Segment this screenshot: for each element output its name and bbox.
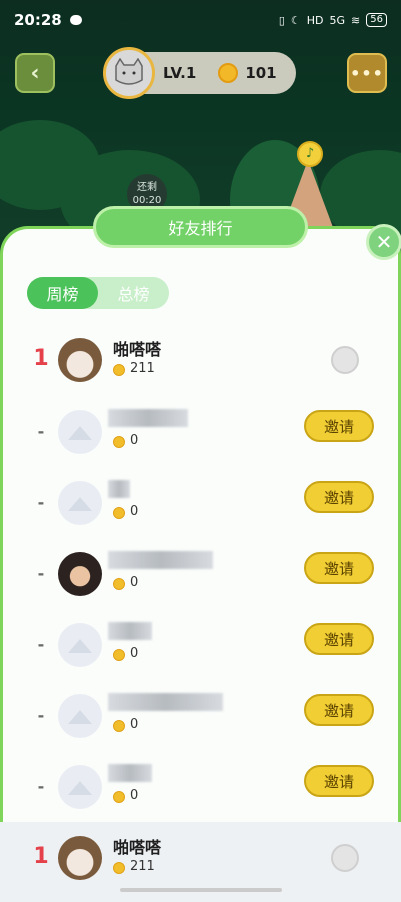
player-score: 211	[130, 361, 155, 376]
avatar	[58, 552, 102, 596]
level-coin-pill[interactable]: LV.1 101	[103, 47, 296, 99]
invite-button[interactable]: 邀请	[304, 410, 374, 442]
more-icon: •••	[350, 63, 384, 83]
coin-icon	[113, 364, 125, 376]
rank-number: -	[37, 422, 45, 441]
invite-button[interactable]: 邀请	[304, 765, 374, 797]
player-score: 0	[130, 717, 139, 732]
ranking-tabs: 周榜 总榜	[27, 277, 169, 309]
player-name: 啪嗒嗒	[113, 838, 162, 857]
coin-icon	[113, 862, 125, 874]
home-indicator[interactable]	[120, 888, 282, 892]
network-label: 5G	[329, 13, 346, 27]
coin-icon	[113, 507, 125, 519]
timer-label: 还剩	[137, 182, 157, 193]
back-button[interactable]: ‹	[15, 53, 55, 93]
coin-icon	[113, 436, 125, 448]
list-item[interactable]: - 0 邀请	[0, 751, 401, 823]
wifi-icon: ≋	[351, 13, 361, 27]
more-button[interactable]: •••	[347, 53, 387, 93]
blurred-name	[108, 693, 223, 711]
player-name: 啪嗒嗒	[113, 340, 162, 359]
invite-button[interactable]: 邀请	[304, 623, 374, 655]
coin-count: 101	[245, 64, 277, 82]
close-icon: ✕	[375, 230, 393, 254]
battery-icon: 56	[366, 13, 387, 27]
rank-number: -	[37, 777, 45, 796]
music-note-coin-icon[interactable]: ♪	[297, 141, 323, 167]
blurred-name	[108, 764, 152, 782]
invite-button[interactable]: 邀请	[304, 481, 374, 513]
tab-weekly[interactable]: 周榜	[27, 277, 98, 309]
avatar	[58, 481, 102, 525]
status-bar: 20:28 ▯ ☾ HD 5G ≋ 56	[0, 0, 401, 40]
avatar	[58, 338, 102, 382]
coin-icon	[113, 720, 125, 732]
rank-number: 1	[33, 844, 49, 869]
blurred-name	[108, 551, 213, 569]
invite-button[interactable]: 邀请	[304, 552, 374, 584]
coin-icon	[113, 791, 125, 803]
avatar	[58, 410, 102, 454]
coin-icon	[218, 63, 239, 83]
list-item[interactable]: - 0 邀请	[0, 396, 401, 468]
blurred-name	[108, 480, 130, 498]
list-item[interactable]: - 0 邀请	[0, 609, 401, 681]
chat-bubble-icon	[69, 15, 82, 25]
rank-number: -	[37, 635, 45, 654]
coin-icon	[113, 649, 125, 661]
player-score: 0	[130, 788, 139, 803]
vibrate-icon: ▯	[278, 13, 285, 27]
coin-icon	[113, 578, 125, 590]
rank-number: -	[37, 706, 45, 725]
cat-medal-icon	[331, 346, 359, 374]
rank-number: -	[37, 493, 45, 512]
player-score: 211	[130, 859, 155, 874]
invite-button[interactable]: 邀请	[304, 694, 374, 726]
list-item[interactable]: - 0 邀请	[0, 538, 401, 610]
player-score: 0	[130, 433, 139, 448]
chevron-left-icon: ‹	[30, 60, 40, 86]
list-item[interactable]: - 0 邀请	[0, 680, 401, 752]
list-item[interactable]: - 0 邀请	[0, 467, 401, 539]
cat-medal-icon	[331, 844, 359, 872]
close-button[interactable]: ✕	[366, 224, 401, 260]
hd-icon: HD	[306, 13, 324, 27]
player-score: 0	[130, 646, 139, 661]
status-time: 20:28	[14, 11, 62, 29]
level-label: LV.1	[163, 64, 197, 82]
avatar	[58, 836, 102, 880]
cat-icon	[115, 58, 143, 85]
rank-number: 1	[33, 346, 49, 371]
blurred-name	[108, 409, 188, 427]
player-score: 0	[130, 504, 139, 519]
avatar	[103, 47, 155, 99]
moon-icon: ☾	[290, 13, 301, 27]
list-item[interactable]: 1 啪嗒嗒 211	[0, 324, 401, 396]
player-score: 0	[130, 575, 139, 590]
blurred-name	[108, 622, 152, 640]
tab-total[interactable]: 总榜	[98, 277, 169, 309]
avatar	[58, 623, 102, 667]
rank-number: -	[37, 564, 45, 583]
panel-title: 好友排行	[93, 206, 308, 248]
avatar	[58, 765, 102, 809]
avatar	[58, 694, 102, 738]
